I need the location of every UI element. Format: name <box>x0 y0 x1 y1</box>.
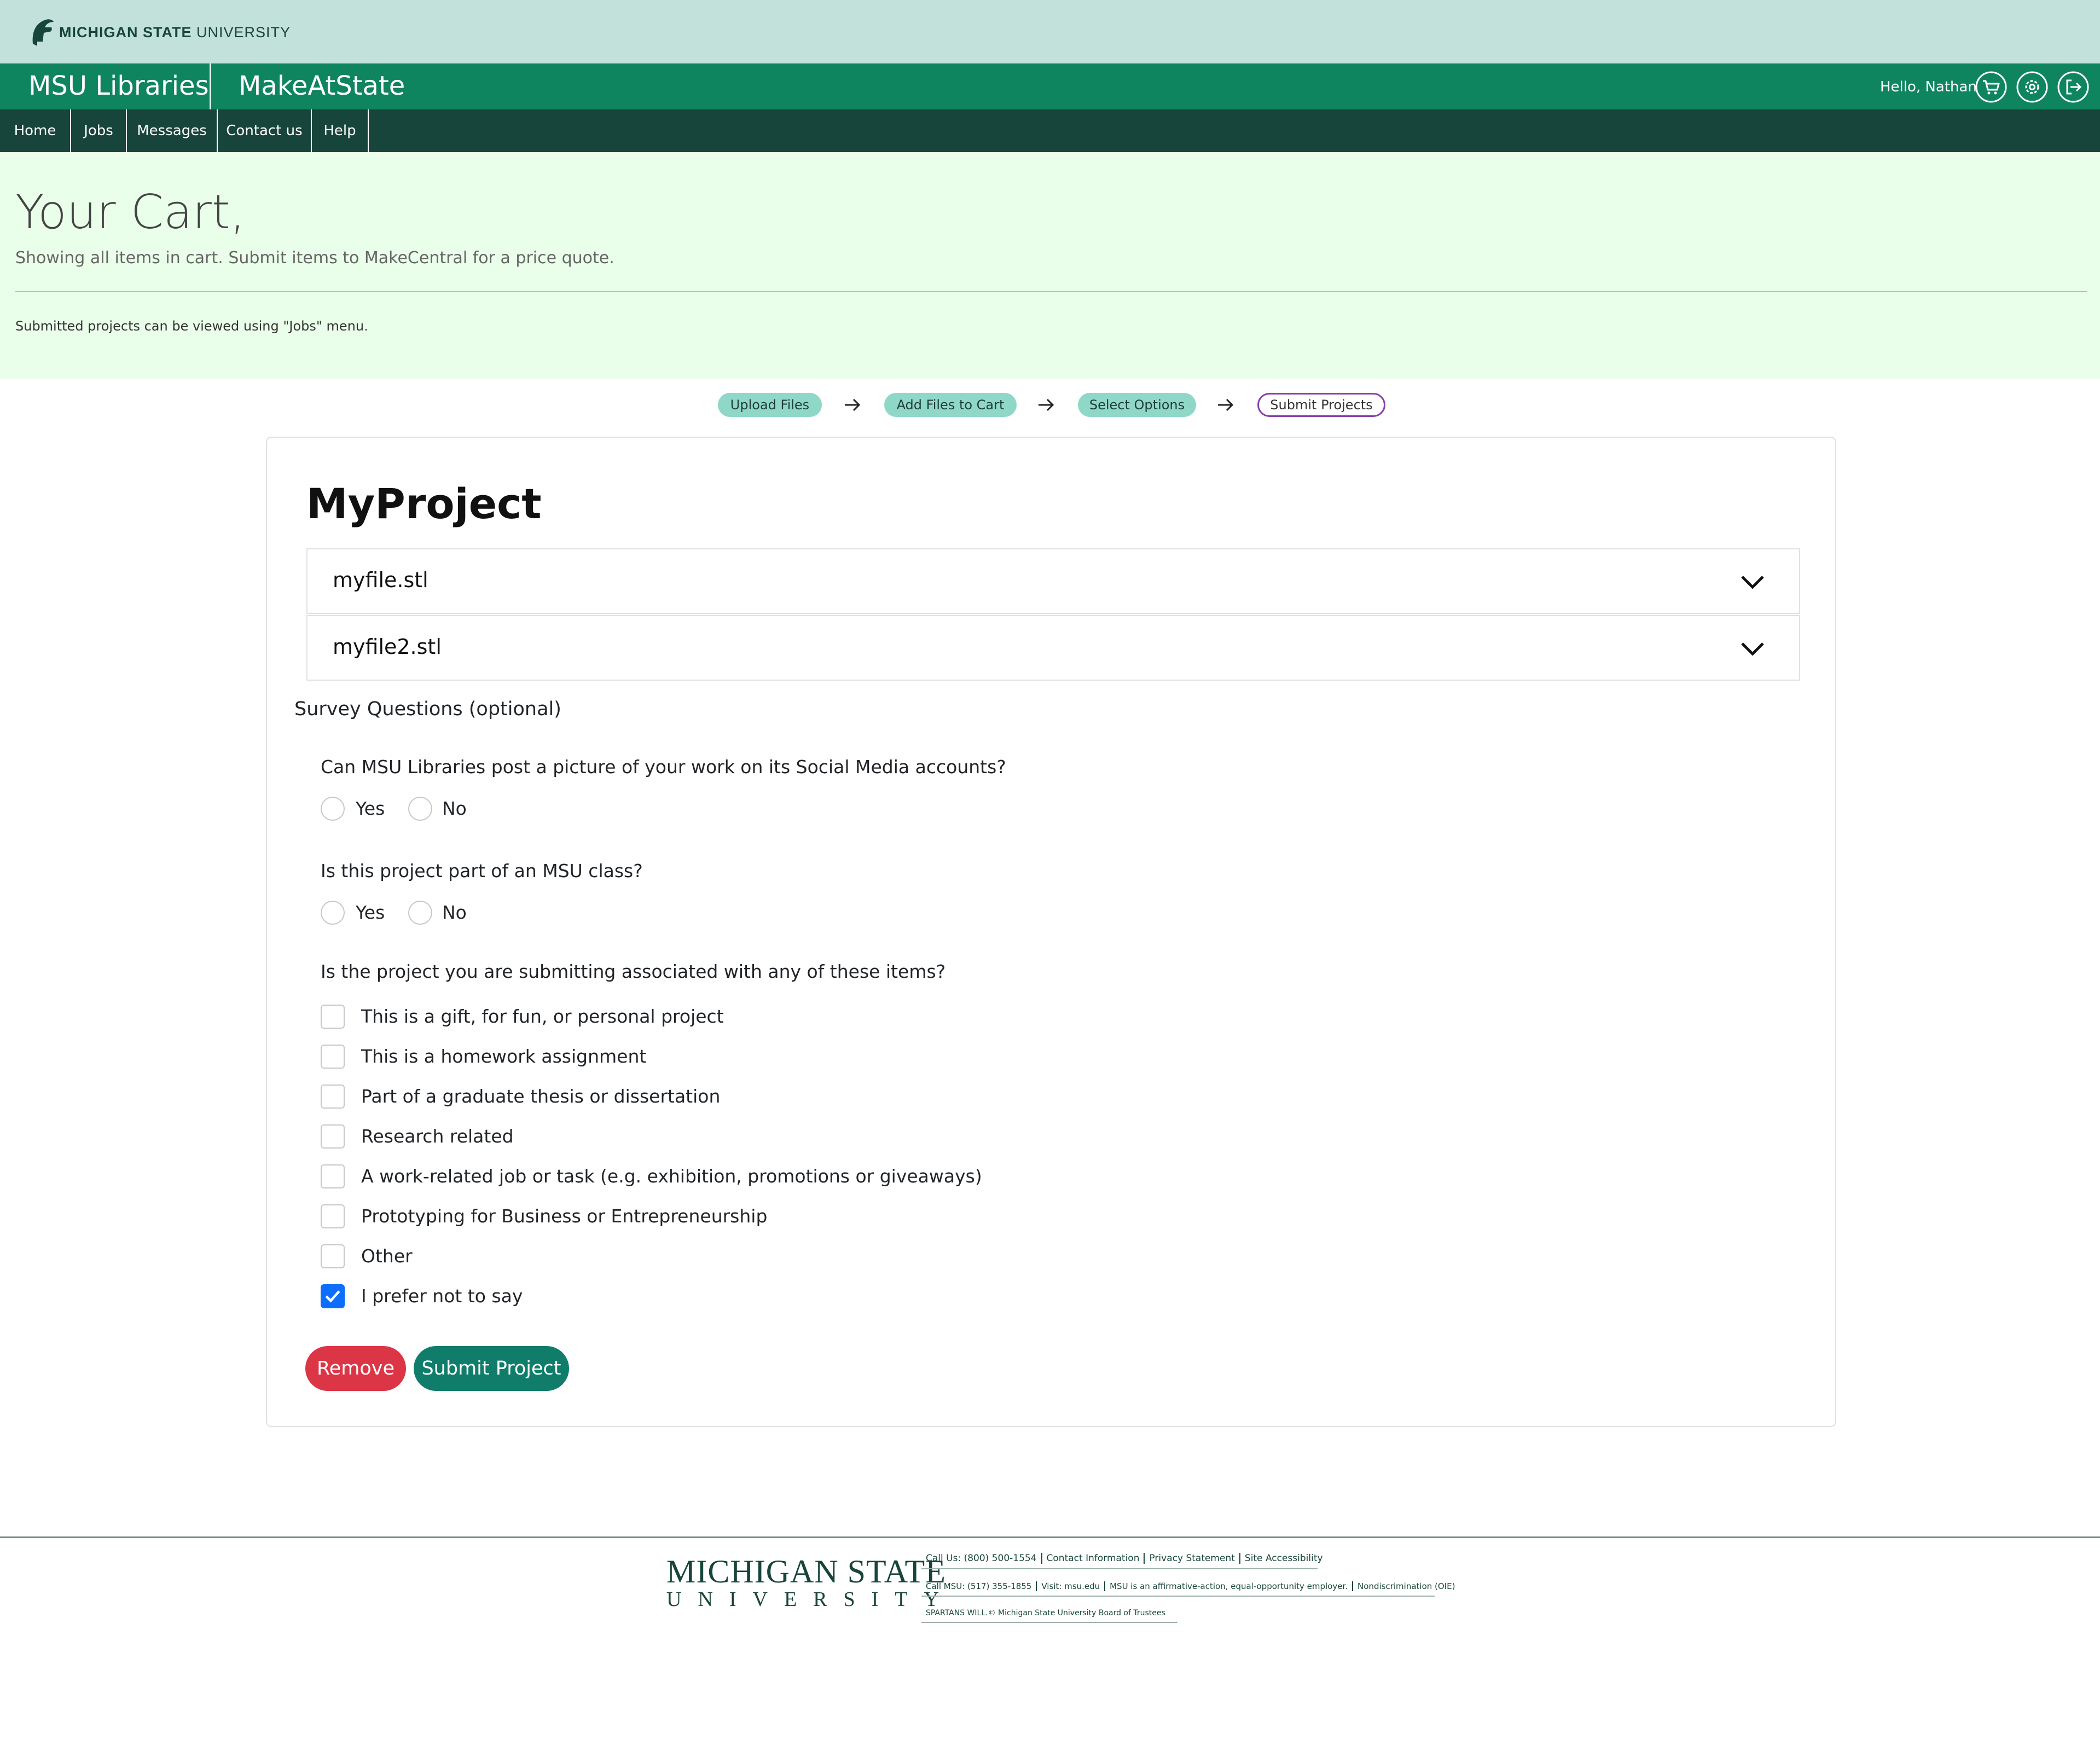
footer-row-underline <box>921 1622 1177 1623</box>
step-upload-files: Upload Files <box>718 393 822 417</box>
footer-row-underline <box>921 1596 1435 1597</box>
footer-msu-logo[interactable]: MICHIGAN STATE UNIVERSITY <box>666 1553 955 1611</box>
brand-bar: MICHIGAN STATE UNIVERSITY <box>0 0 2100 63</box>
survey-title: Survey Questions (optional) <box>294 698 561 720</box>
settings-gear-icon[interactable] <box>2016 71 2048 103</box>
chevron-down-icon[interactable] <box>1739 637 1766 661</box>
footer-copyright-row: SPARTANS WILL.© Michigan State Universit… <box>921 1609 1170 1617</box>
page-title: Your Cart, <box>15 185 246 240</box>
checkbox-label: Prototyping for Business or Entrepreneur… <box>361 1205 768 1227</box>
radio-label-yes: Yes <box>356 902 385 923</box>
checkbox-label: A work-related job or task (e.g. exhibit… <box>361 1165 982 1187</box>
checkbox-label: Research related <box>361 1126 514 1147</box>
checkbox-label: This is a homework assignment <box>361 1046 647 1067</box>
footer-msu-row: Call MSU: (517) 355-1855 Visit: msu.edu MS… <box>921 1581 1460 1591</box>
footer-call-us-link[interactable]: Call Us: (800) 500-1554 <box>921 1553 1041 1564</box>
app-bar: MSU Libraries MakeAtState Hello, Nathan <box>0 63 2100 109</box>
checkbox-gift-personal[interactable] <box>321 1005 345 1029</box>
footer-eoe-text: MSU is an affirmative-action, equal-oppo… <box>1104 1581 1353 1591</box>
jobs-note: Submitted projects can be viewed using "… <box>15 318 368 334</box>
university-wordmark[interactable]: MICHIGAN STATE UNIVERSITY <box>59 24 291 41</box>
remove-button[interactable]: Remove <box>305 1346 406 1391</box>
footer-msu-line1: MICHIGAN STATE <box>666 1553 946 1590</box>
arrow-right-icon <box>1218 398 1234 411</box>
radio-label-yes: Yes <box>356 798 385 819</box>
project-title: MyProject <box>306 479 542 528</box>
footer-row-underline <box>921 1568 1318 1569</box>
radio-label-no: No <box>442 902 467 923</box>
file-accordion-item[interactable]: myfile.stl <box>306 548 1800 614</box>
footer-divider <box>0 1536 2100 1538</box>
spartan-helmet-icon[interactable] <box>30 16 55 48</box>
page-subtitle: Showing all items in cart. Submit items … <box>15 248 614 268</box>
header-divider <box>15 291 2087 292</box>
app-title-divider <box>210 63 211 109</box>
footer-accessibility-link[interactable]: Site Accessibility <box>1239 1553 1327 1564</box>
footer-contact-info-link[interactable]: Contact Information <box>1041 1553 1144 1564</box>
footer-copyright: SPARTANS WILL.© Michigan State Universit… <box>926 1609 1165 1617</box>
chevron-down-icon[interactable] <box>1739 570 1766 594</box>
file-name: myfile.stl <box>333 568 428 592</box>
footer-contact-row: Call Us: (800) 500-1554 Contact Informati… <box>921 1553 1327 1564</box>
checkbox-label: Other <box>361 1245 413 1267</box>
nav-help[interactable]: Help <box>312 109 369 152</box>
project-card: MyProject myfile.stl myfile2.stl Survey … <box>266 437 1836 1427</box>
checkbox-homework[interactable] <box>321 1045 345 1069</box>
checkbox-prefer-not-to-say[interactable] <box>321 1284 345 1308</box>
logout-icon[interactable] <box>2057 71 2089 103</box>
checkbox-prototyping[interactable] <box>321 1204 345 1228</box>
cart-icon[interactable] <box>1975 71 2007 103</box>
question-msu-class: Is this project part of an MSU class? <box>321 860 643 881</box>
checkbox-label: I prefer not to say <box>361 1285 523 1307</box>
checkbox-work-related[interactable] <box>321 1164 345 1188</box>
nav-messages[interactable]: Messages <box>127 109 218 152</box>
file-accordion-item[interactable]: myfile2.stl <box>306 615 1800 681</box>
checkbox-research[interactable] <box>321 1124 345 1149</box>
app-subtitle[interactable]: MakeAtState <box>239 69 405 103</box>
footer-msu-line2: UNIVERSITY <box>666 1588 955 1611</box>
step-add-files-to-cart: Add Files to Cart <box>884 393 1017 417</box>
nav-home[interactable]: Home <box>0 109 71 152</box>
arrow-right-icon <box>845 398 861 411</box>
checkmark-icon <box>325 1290 340 1303</box>
step-submit-projects: Submit Projects <box>1257 393 1385 417</box>
checkbox-label: This is a gift, for fun, or personal pro… <box>361 1006 724 1027</box>
footer-nondiscrimination-link[interactable]: Nondiscrimination (OIE) <box>1352 1581 1460 1591</box>
step-select-options: Select Options <box>1078 393 1196 417</box>
nav-jobs[interactable]: Jobs <box>71 109 127 152</box>
radio-social-no[interactable] <box>408 797 432 821</box>
question-association: Is the project you are submitting associ… <box>321 961 946 982</box>
cart-header: Your Cart, Showing all items in cart. Su… <box>0 152 2100 379</box>
radio-class-no[interactable] <box>408 901 432 925</box>
checkbox-label: Part of a graduate thesis or dissertatio… <box>361 1086 721 1107</box>
arrow-right-icon <box>1039 398 1054 411</box>
footer-call-msu[interactable]: Call MSU: (517) 355-1855 <box>921 1581 1036 1591</box>
radio-class-yes[interactable] <box>321 901 345 925</box>
checkbox-thesis[interactable] <box>321 1085 345 1109</box>
main-nav: Home Jobs Messages Contact us Help <box>0 109 2100 152</box>
nav-contact-us[interactable]: Contact us <box>218 109 312 152</box>
radio-label-no: No <box>442 798 467 819</box>
footer-privacy-link[interactable]: Privacy Statement <box>1144 1553 1239 1564</box>
file-name: myfile2.stl <box>333 635 442 659</box>
question-social-media: Can MSU Libraries post a picture of your… <box>321 756 1006 778</box>
app-title[interactable]: MSU Libraries <box>28 69 209 103</box>
radio-social-yes[interactable] <box>321 797 345 821</box>
user-greeting: Hello, Nathan <box>1880 79 1977 95</box>
footer-msu-link[interactable]: Visit: msu.edu <box>1036 1581 1105 1591</box>
checkbox-other[interactable] <box>321 1244 345 1268</box>
submit-project-button[interactable]: Submit Project <box>414 1346 569 1391</box>
